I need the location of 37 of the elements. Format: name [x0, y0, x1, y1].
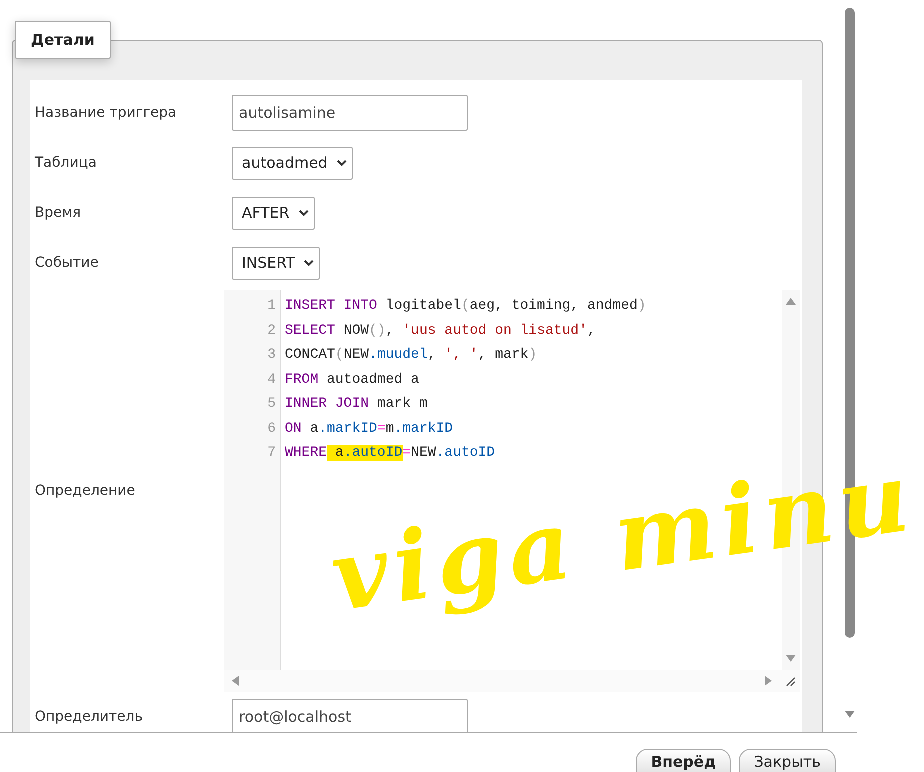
scroll-up-icon[interactable]	[785, 296, 797, 306]
code-line: FROM autoadmed a	[284, 372, 420, 388]
scroll-down-icon[interactable]	[785, 654, 797, 664]
trigger-name-field[interactable]: autolisamine	[232, 95, 468, 131]
dropdown[interactable]: INSERT	[232, 246, 320, 280]
code-line: ON a.markID=m.markID	[284, 420, 454, 437]
definer-field[interactable]: root@localhost	[232, 699, 468, 732]
chevron-icon	[298, 209, 310, 217]
field-label: Определитель	[35, 709, 144, 725]
chevron-icon	[336, 159, 348, 167]
dialog-button[interactable]: Закрыть	[739, 749, 836, 772]
line-number: 6	[266, 420, 277, 437]
line-number: 2	[266, 322, 277, 339]
field-label: Событие	[35, 255, 100, 271]
field-label: Время	[35, 205, 82, 221]
dropdown[interactable]: AFTER	[232, 196, 315, 230]
line-number: 1	[266, 298, 277, 314]
line-number: 3	[266, 347, 277, 364]
scroll-left-icon[interactable]	[230, 675, 240, 687]
code-line: WHERE a.autoID=NEW.autoID	[284, 445, 496, 462]
chevron-icon	[303, 259, 316, 267]
code-line: SELECT NOW(), 'uus autod on lisatud',	[284, 322, 596, 339]
line-number: 5	[266, 396, 277, 412]
field-label: Определение	[35, 483, 136, 499]
scroll-right-icon[interactable]	[764, 675, 774, 687]
line-number: 7	[266, 445, 277, 462]
line-number: 4	[266, 372, 277, 388]
resize-handle-icon[interactable]	[784, 675, 796, 687]
code-line: INSERT INTO logitabel(aeg, toiming, andmed)	[284, 298, 646, 314]
field-label: Название триггера	[35, 105, 178, 121]
field-label: Таблица	[35, 155, 98, 171]
section-legend: Детали	[15, 21, 111, 59]
dialog-button[interactable]: Вперёд	[636, 749, 732, 772]
code-line: CONCAT(NEW.muudel, ', ', mark)	[284, 347, 538, 364]
scroll-down-icon[interactable]	[844, 710, 856, 720]
dropdown[interactable]: autoadmed	[232, 146, 353, 180]
code-line: INNER JOIN mark m	[284, 396, 428, 412]
